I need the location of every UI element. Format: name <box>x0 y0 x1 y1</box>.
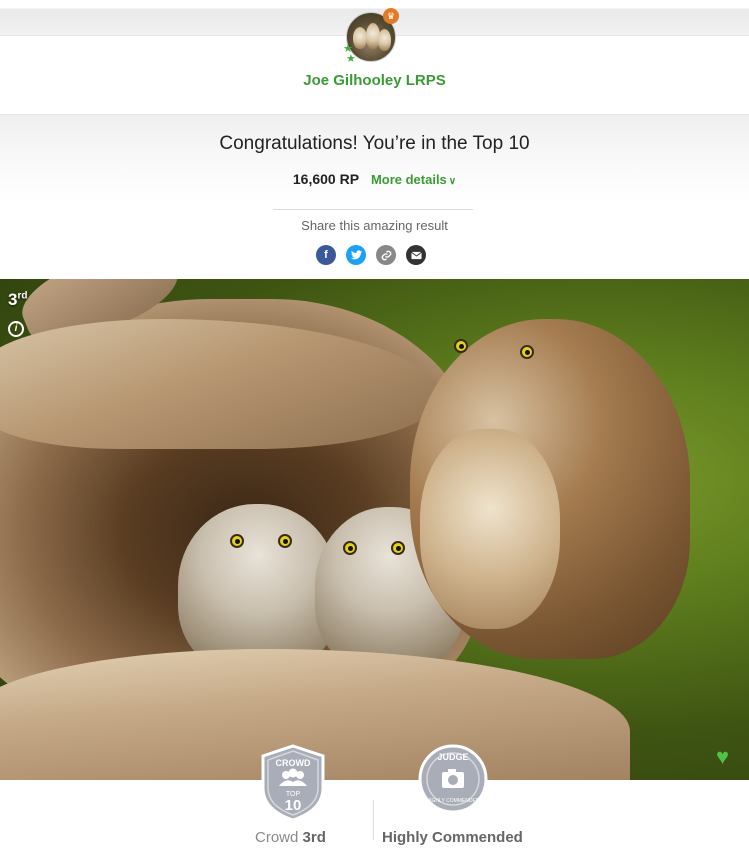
link-icon[interactable] <box>376 245 396 265</box>
avatar[interactable]: ♛ ★ ★ <box>343 8 399 65</box>
share-label: Share this amazing result <box>301 218 448 233</box>
share-icons: f <box>316 245 426 265</box>
crowd-label: Crowd <box>255 829 299 846</box>
footer-divider <box>373 800 374 840</box>
crown-icon: ♛ <box>383 8 399 24</box>
facebook-icon[interactable]: f <box>316 245 336 265</box>
info-icon[interactable]: i <box>8 321 24 337</box>
judge-badge-title: JUDGE <box>437 752 468 762</box>
result-headline: Congratulations! You’re in the Top 10 <box>219 133 530 154</box>
judge-highly-commended-badge: JUDGE HIGHLY COMMENDED <box>418 744 488 814</box>
stars-icon: ★ ★ <box>343 43 356 65</box>
email-icon[interactable] <box>406 245 426 265</box>
twitter-icon[interactable] <box>346 245 366 265</box>
judge-result-label: Highly Commended <box>382 829 523 846</box>
more-details-label: More details <box>370 172 447 187</box>
heart-icon[interactable]: ♥ <box>716 746 738 768</box>
chevron-down-icon: ∨ <box>448 176 457 187</box>
judge-label: Highly Commended <box>382 829 523 846</box>
divider <box>273 209 473 210</box>
adult-owl-belly <box>420 429 560 629</box>
rank-badge: 3rd <box>8 290 27 310</box>
crowd-result-label: Crowd 3rd <box>255 829 326 846</box>
crowd-rank: 3rd <box>302 829 326 846</box>
score-row: 16,600 RP More details ∨ <box>0 171 749 187</box>
crowd-badge-value: 10 <box>285 797 302 814</box>
score-value: 16,600 RP <box>292 171 360 187</box>
entry-photo[interactable]: 3rd i ♥ <box>0 279 749 780</box>
judge-badge-sub: HIGHLY COMMENDED <box>427 798 480 804</box>
crowd-badge-title: CROWD <box>276 758 311 768</box>
rank-suffix: rd <box>17 290 28 302</box>
username[interactable]: Joe Gilhooley LRPS <box>0 72 749 89</box>
more-details-link[interactable]: More details ∨ <box>371 172 456 187</box>
crowd-top10-badge: CROWD TOP 10 <box>261 744 325 822</box>
